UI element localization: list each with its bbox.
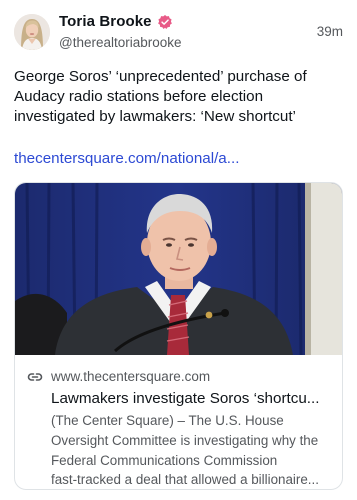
author-name-row: Toria Brooke: [59, 13, 173, 30]
card-description-line: fast-tracked a deal that allowed a billi…: [51, 472, 319, 488]
card-description-line: (The Center Square) – The U.S. House: [51, 413, 284, 428]
post-text: George Soros’ ‘unprecedented’ purchase o…: [14, 68, 307, 125]
card-description: (The Center Square) – The U.S. House Ove…: [51, 411, 335, 489]
post-timestamp[interactable]: 39m: [317, 24, 343, 39]
author-display-name[interactable]: Toria Brooke: [59, 13, 152, 30]
post-link[interactable]: thecentersquare.com/national/a...: [14, 149, 346, 169]
avatar-photo: [14, 14, 50, 50]
card-domain: www.thecentersquare.com: [51, 369, 211, 384]
avatar[interactable]: [14, 14, 50, 50]
hearing-photo: [15, 183, 342, 355]
card-image: [15, 183, 342, 355]
card-description-line: Oversight Committee is investigating why…: [51, 432, 319, 448]
post-card: Toria Brooke @therealtoriabrooke 39m Geo…: [0, 0, 357, 500]
link-preview-card[interactable]: www.thecentersquare.com Lawmakers invest…: [14, 182, 343, 490]
link-chain-icon: [27, 370, 43, 384]
author-handle[interactable]: @therealtoriabrooke: [59, 35, 182, 50]
card-domain-row: www.thecentersquare.com: [27, 369, 210, 384]
verified-badge-icon: [157, 14, 173, 30]
card-description-line: Federal Communications Commission: [51, 452, 278, 468]
card-title[interactable]: Lawmakers investigate Soros ‘shortcu...: [51, 389, 333, 409]
